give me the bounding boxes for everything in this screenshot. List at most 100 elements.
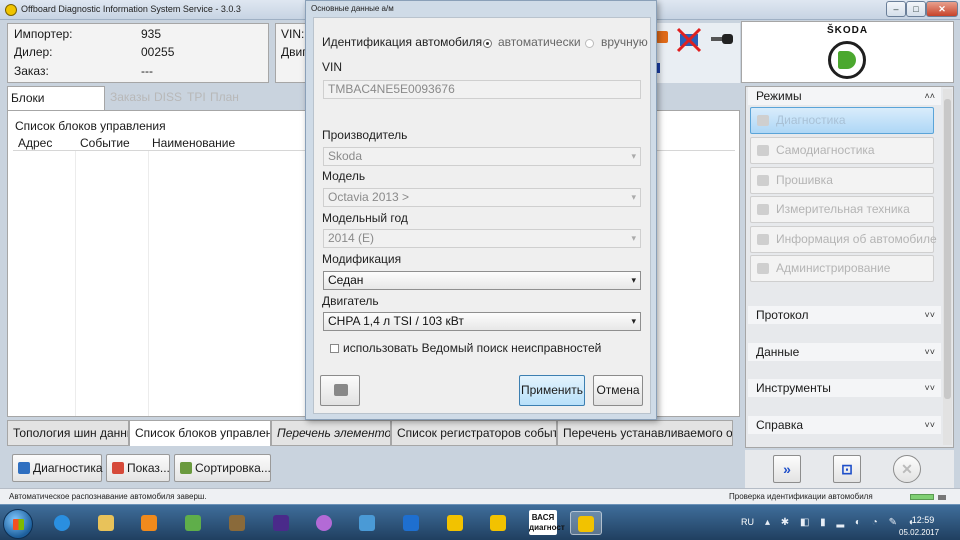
tab-orders[interactable]: Заказы xyxy=(107,86,153,110)
identification-label: Идентификация автомобиля xyxy=(322,35,483,49)
stop-button[interactable]: ✕ xyxy=(893,455,921,483)
clock-time[interactable]: 12:59 xyxy=(905,515,941,525)
tab-control-units[interactable]: Блоки управления xyxy=(7,86,105,127)
taskbar: ВАСЯ диагност RU ▴ ✱ ◧ ▮ ▂ ◐ ◔ ✎ ◖ 12:59… xyxy=(0,504,960,540)
main-tabs: Блоки управления Заказы DISS TPI План ди… xyxy=(7,86,307,127)
guided-search-label[interactable]: использовать Ведомый поиск неисправносте… xyxy=(343,341,601,355)
clock-date[interactable]: 05.02.2017 xyxy=(899,528,939,537)
cancel-button[interactable]: Отмена xyxy=(593,375,643,406)
engine-check-icon-2[interactable] xyxy=(485,511,511,535)
archive-icon[interactable] xyxy=(224,511,250,535)
modes-title: Режимы xyxy=(756,89,802,103)
protocol-header[interactable]: Протокол ˅˅ xyxy=(748,306,941,324)
no-connection-icon[interactable] xyxy=(676,27,702,53)
importer-label: Импортер: xyxy=(14,27,73,41)
language-indicator[interactable]: RU xyxy=(741,517,754,527)
mode-measurement[interactable]: Измерительная техника xyxy=(750,196,934,223)
minimize-button[interactable]: – xyxy=(886,1,906,17)
explorer-icon[interactable] xyxy=(93,511,119,535)
engine-check-icon[interactable] xyxy=(442,511,468,535)
self-diagnostics-icon xyxy=(757,145,769,156)
media-player-icon[interactable] xyxy=(136,511,162,535)
auto-radio-label[interactable]: автоматически xyxy=(498,35,581,49)
expand-icon: ˅˅ xyxy=(924,420,935,430)
auto-radio[interactable] xyxy=(483,39,492,48)
status-message: Автоматическое распознавание автомобиля … xyxy=(9,492,207,501)
model-select[interactable]: Octavia 2013 > xyxy=(323,188,641,207)
tab-control-unit-list[interactable]: Список блоков управления xyxy=(129,420,271,446)
mode-label: Администрирование xyxy=(776,261,891,275)
vasya-diagnost-icon[interactable]: ВАСЯ диагност xyxy=(529,510,565,535)
status-bar: Автоматическое распознавание автомобиля … xyxy=(0,488,960,504)
car-icon[interactable] xyxy=(656,31,668,43)
dealer-label: Дилер: xyxy=(14,45,53,59)
audio-icon[interactable] xyxy=(354,511,380,535)
tab-bus-topology[interactable]: Топология шин данных xyxy=(7,420,129,446)
network-icon[interactable] xyxy=(180,511,206,535)
sidebar-scrollbar[interactable] xyxy=(943,89,952,445)
teamviewer-icon[interactable] xyxy=(398,511,424,535)
start-button[interactable] xyxy=(3,509,33,539)
fit-screen-button[interactable]: ⊡ xyxy=(833,455,861,483)
sort-button[interactable]: Сортировка... xyxy=(174,454,271,482)
windows-logo-icon xyxy=(13,519,24,530)
odis-tool-icon[interactable] xyxy=(311,511,337,535)
data-title: Данные xyxy=(756,345,800,359)
collapse-icon: ˄˄ xyxy=(924,91,935,101)
mode-vehicle-info[interactable]: Информация об автомобиле xyxy=(750,226,937,253)
show-button[interactable]: Показ... xyxy=(106,454,170,482)
tools-header[interactable]: Инструменты ˅˅ xyxy=(748,379,941,397)
scrollbar-thumb[interactable] xyxy=(944,99,951,399)
maximize-button[interactable]: □ xyxy=(906,1,926,17)
order-value: --- xyxy=(141,64,153,78)
tab-installed-list[interactable]: Перечень устанавливаемого о... xyxy=(557,420,733,446)
apply-button[interactable]: Применить xyxy=(519,375,585,406)
tab-tpi[interactable]: TPI xyxy=(184,86,209,110)
vin-field[interactable]: TMBAC4NE5E0093676 xyxy=(323,80,641,99)
guided-search-checkbox[interactable] xyxy=(330,344,339,353)
resize-grip-icon[interactable] xyxy=(938,495,946,500)
tab-diagnostic-plan[interactable]: План диагностики xyxy=(207,86,307,126)
column-name[interactable]: Наименование xyxy=(152,136,235,150)
tray-icons[interactable]: ▴ ✱ ◧ ▮ ▂ ◐ ◔ ✎ ◖ xyxy=(765,517,918,528)
year-select[interactable]: 2014 (E) xyxy=(323,229,641,248)
engine-label: Двиг xyxy=(281,45,307,59)
show-icon xyxy=(112,462,124,474)
odis-active-icon[interactable] xyxy=(570,511,602,535)
vehicle-info-icon xyxy=(757,234,769,245)
progress-indicator xyxy=(910,494,934,500)
tab-element-list[interactable]: Перечень элементов xyxy=(271,420,391,446)
tab-diss[interactable]: DISS xyxy=(151,86,185,110)
year-label: Модельный год xyxy=(322,211,408,225)
flashing-icon xyxy=(757,175,769,186)
mode-self-diagnostics[interactable]: Самодиагностика xyxy=(750,137,934,164)
modification-select[interactable]: Седан xyxy=(323,271,641,290)
manual-radio-label[interactable]: вручную xyxy=(601,35,648,49)
order-label: Заказ: xyxy=(14,64,49,78)
mode-flashing[interactable]: Прошивка xyxy=(750,167,934,194)
save-app-icon[interactable] xyxy=(268,511,294,535)
maker-select[interactable]: Skoda xyxy=(323,147,641,166)
tab-event-recorders[interactable]: Список регистраторов событий xyxy=(391,420,557,446)
mode-label: Прошивка xyxy=(776,173,833,187)
engine-select[interactable]: CHPA 1,4 л TSI / 103 кВт xyxy=(323,312,641,331)
model-label: Модель xyxy=(322,169,366,183)
manual-radio[interactable] xyxy=(585,39,594,48)
column-event[interactable]: Событие xyxy=(80,136,130,150)
key-icon[interactable] xyxy=(711,33,733,45)
modes-header[interactable]: Режимы ˄˄ xyxy=(748,87,941,105)
forward-button[interactable]: » xyxy=(773,455,801,483)
camera-button[interactable] xyxy=(320,375,360,406)
vin-panel: VIN: Двиг xyxy=(275,23,307,83)
mode-diagnostics[interactable]: Диагностика xyxy=(750,107,934,134)
diagnostics-button[interactable]: Диагностика xyxy=(12,454,103,482)
data-header[interactable]: Данные ˅˅ xyxy=(748,343,941,361)
vin-label: VIN: xyxy=(281,27,305,41)
mode-administration[interactable]: Администрирование xyxy=(750,255,934,282)
ie-icon[interactable] xyxy=(49,511,75,535)
help-header[interactable]: Справка ˅˅ xyxy=(748,416,941,434)
column-address[interactable]: Адрес xyxy=(18,136,52,150)
close-button[interactable]: ✕ xyxy=(926,1,958,17)
dialog-title: Основные данные а/м xyxy=(311,4,394,13)
mode-label: Самодиагностика xyxy=(776,143,875,157)
